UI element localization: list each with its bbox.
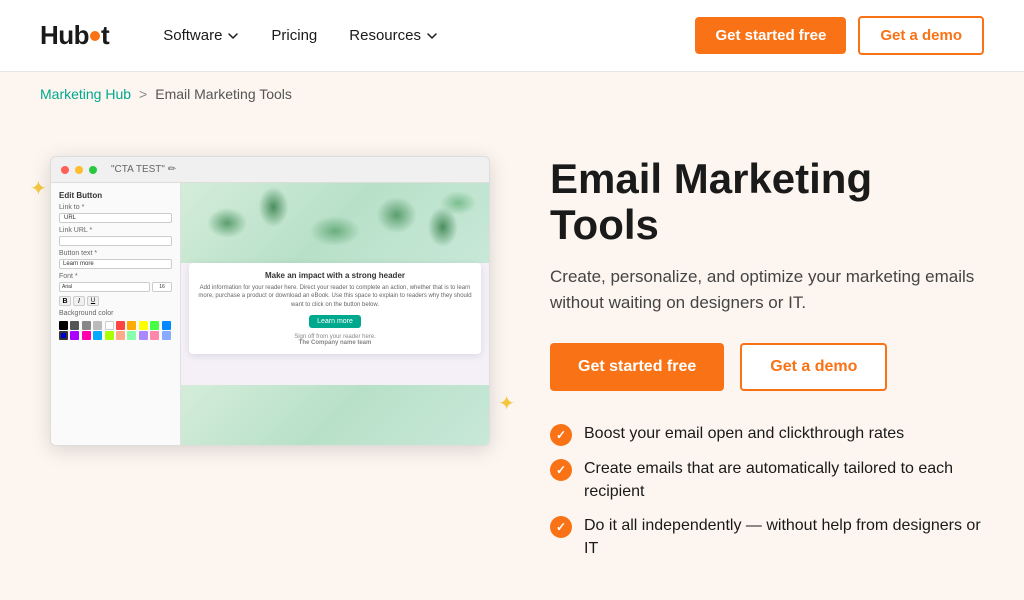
panel-btn-text-label: Button text * xyxy=(59,250,172,257)
chevron-down-icon xyxy=(227,30,239,42)
feature-text-1: Boost your email open and clickthrough r… xyxy=(584,423,904,445)
breadcrumb-separator: > xyxy=(139,86,147,102)
nav-item-software[interactable]: Software xyxy=(149,19,253,52)
hubspot-logo[interactable]: Hubt xyxy=(40,20,109,51)
sparkle-icon-tl: ✦ xyxy=(30,176,47,201)
panel-font-input: Arial xyxy=(59,282,150,292)
cta-buttons: Get started free Get a demo xyxy=(550,343,984,391)
nav-pricing-label: Pricing xyxy=(271,27,317,44)
floral-decoration xyxy=(181,183,489,263)
feature-list: Boost your email open and clickthrough r… xyxy=(550,423,984,560)
panel-link-type-text: URL xyxy=(64,215,76,221)
nav-get-started-button[interactable]: Get started free xyxy=(695,17,846,54)
mockup-screen: "CTA TEST" ✏ Edit Button Link to * URL L… xyxy=(50,156,490,446)
nav-links: Software Pricing Resources xyxy=(149,19,695,52)
hero-title: Email Marketing Tools xyxy=(550,156,984,248)
feature-item-2: Create emails that are automatically tai… xyxy=(550,458,984,503)
mockup-wrapper: ✦ ✦ "CTA TEST" ✏ Edit Button Link to * U… xyxy=(40,146,500,446)
mockup-floral-top xyxy=(181,183,489,263)
mockup-body: Edit Button Link to * URL Link URL * But… xyxy=(51,183,489,445)
logo-text: Hubt xyxy=(40,20,109,51)
window-minimize-dot xyxy=(75,166,83,174)
logo-dot xyxy=(90,31,100,41)
panel-font-size: 16 xyxy=(152,282,172,292)
check-icon-2 xyxy=(550,459,572,481)
mockup-container: ✦ ✦ "CTA TEST" ✏ Edit Button Link to * U… xyxy=(40,146,500,446)
chevron-down-icon-resources xyxy=(426,30,438,42)
breadcrumb-current: Email Marketing Tools xyxy=(155,86,292,102)
panel-underline-btn[interactable]: U xyxy=(87,296,99,306)
window-maximize-dot xyxy=(89,166,97,174)
breadcrumb: Marketing Hub > Email Marketing Tools xyxy=(0,72,1024,116)
mockup-cta-button[interactable]: Learn more xyxy=(309,315,361,328)
nav-resources-label: Resources xyxy=(349,27,421,44)
check-icon-1 xyxy=(550,424,572,446)
mockup-right-panel: Make an impact with a strong header Add … xyxy=(181,183,489,445)
panel-color-grid xyxy=(59,321,172,340)
sparkle-icon-br: ✦ xyxy=(498,391,515,416)
feature-item-1: Boost your email open and clickthrough r… xyxy=(550,423,984,446)
nav-software-label: Software xyxy=(163,27,222,44)
panel-btn-text-input: Learn more xyxy=(59,259,172,269)
mockup-email-body: Add information for your reader here. Di… xyxy=(197,284,473,309)
hero-description: Create, personalize, and optimize your m… xyxy=(550,264,980,315)
hero-get-demo-button[interactable]: Get a demo xyxy=(740,343,887,391)
navbar: Hubt Software Pricing Resources Get star… xyxy=(0,0,1024,72)
mockup-floral-bottom xyxy=(181,385,489,445)
window-close-dot xyxy=(61,166,69,174)
nav-item-pricing[interactable]: Pricing xyxy=(257,19,331,52)
panel-bg-color-label: Background color xyxy=(59,310,172,317)
nav-item-resources[interactable]: Resources xyxy=(335,19,452,52)
mockup-company: The Company name team xyxy=(197,340,473,346)
panel-bold-btn[interactable]: B xyxy=(59,296,71,306)
panel-url-label: Link URL * xyxy=(59,227,172,234)
panel-link-type: URL xyxy=(59,213,172,223)
hero-get-started-button[interactable]: Get started free xyxy=(550,343,724,391)
mockup-email-title: Make an impact with a strong header xyxy=(197,271,473,280)
feature-text-2: Create emails that are automatically tai… xyxy=(584,458,984,503)
panel-link-label: Link to * xyxy=(59,204,172,211)
feature-text-3: Do it all independently — without help f… xyxy=(584,515,984,560)
mockup-topbar-title: "CTA TEST" ✏ xyxy=(111,164,176,175)
panel-font-label: Font * xyxy=(59,273,172,280)
breadcrumb-parent[interactable]: Marketing Hub xyxy=(40,86,131,102)
nav-get-demo-button[interactable]: Get a demo xyxy=(858,16,984,55)
panel-url-input xyxy=(59,236,172,246)
panel-btn-text-value: Learn more xyxy=(63,261,94,267)
panel-title: Edit Button xyxy=(59,191,172,200)
check-icon-3 xyxy=(550,516,572,538)
main-content: ✦ ✦ "CTA TEST" ✏ Edit Button Link to * U… xyxy=(0,116,1024,600)
panel-italic-btn[interactable]: I xyxy=(73,296,85,306)
mockup-content-area: Make an impact with a strong header Add … xyxy=(189,263,481,354)
nav-buttons: Get started free Get a demo xyxy=(695,16,984,55)
mockup-left-panel: Edit Button Link to * URL Link URL * But… xyxy=(51,183,181,445)
feature-item-3: Do it all independently — without help f… xyxy=(550,515,984,560)
right-content: Email Marketing Tools Create, personaliz… xyxy=(550,146,984,560)
mockup-topbar: "CTA TEST" ✏ xyxy=(51,157,489,183)
